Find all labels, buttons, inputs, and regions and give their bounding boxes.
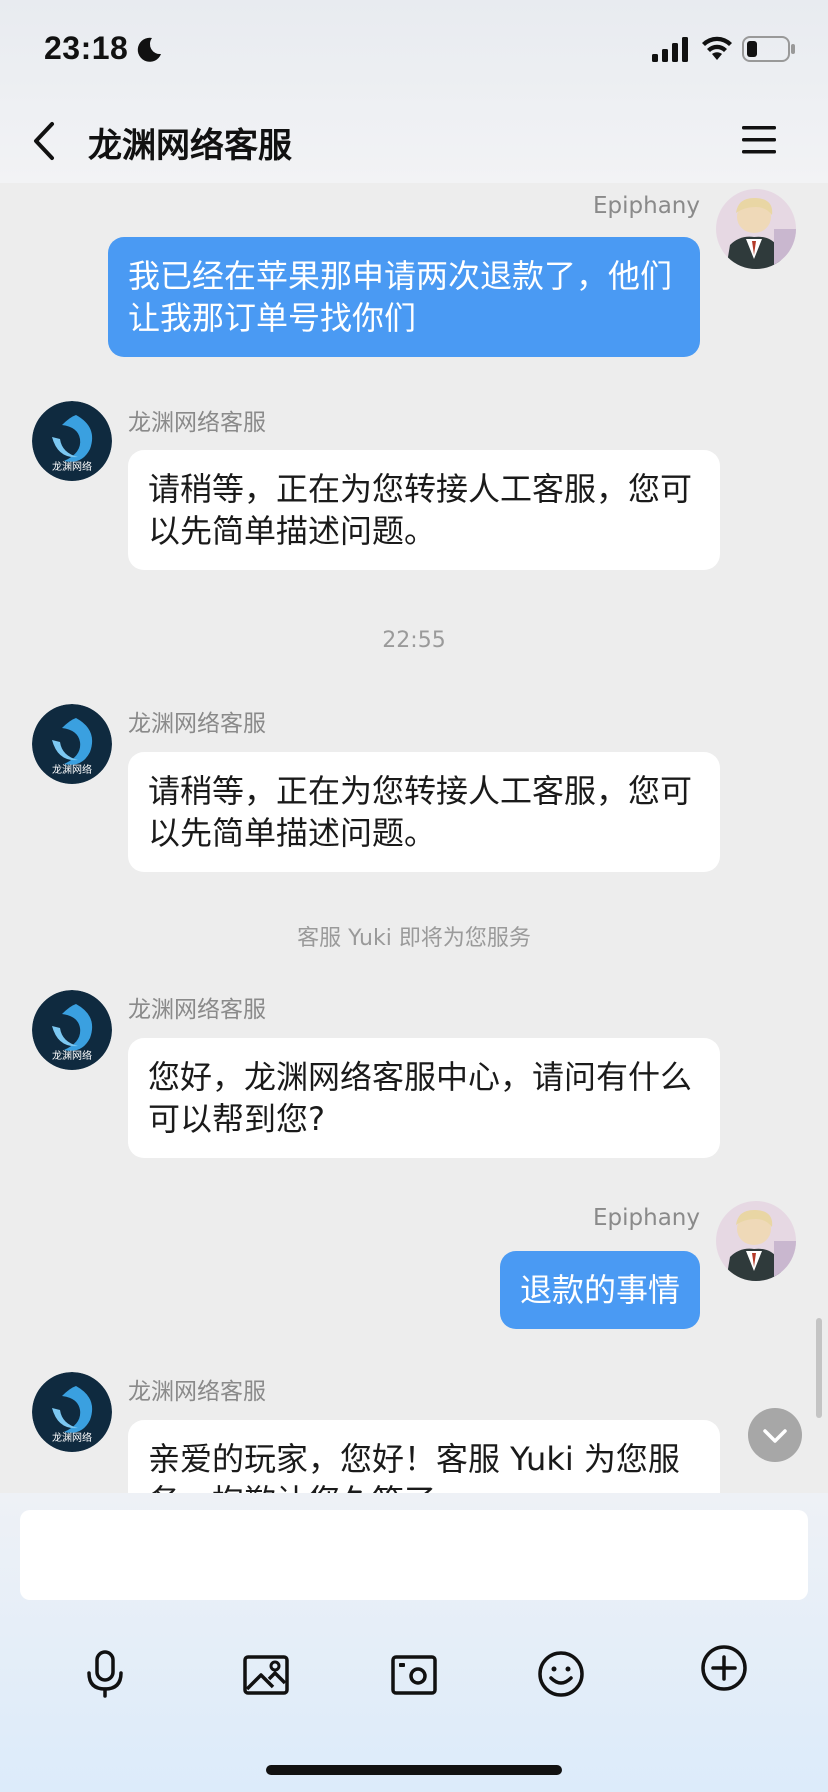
camera-icon[interactable] (389, 1649, 439, 1699)
avatar[interactable] (716, 1201, 796, 1281)
menu-icon[interactable] (740, 122, 778, 158)
home-indicator (266, 1765, 562, 1775)
battery-icon (742, 36, 795, 62)
image-icon[interactable] (241, 1649, 291, 1699)
status-bar: 23:18 (0, 0, 828, 100)
svg-text:龙渊网络: 龙渊网络 (52, 460, 92, 473)
page-title: 龙渊网络客服 (88, 126, 292, 166)
chat-screen: 23:18 龙渊网络客服 Epiphany 我已经在苹果那申请两次退款了，他们让… (0, 0, 828, 1792)
emoji-icon[interactable] (536, 1649, 586, 1699)
top-bar: 23:18 龙渊网络客服 (0, 0, 828, 183)
avatar[interactable]: 龙渊网络 (32, 990, 112, 1070)
sender-name: 龙渊网络客服 (128, 711, 266, 737)
scroll-to-bottom-button[interactable] (748, 1408, 802, 1462)
message-list[interactable]: Epiphany 我已经在苹果那申请两次退款了，他们让我那订单号找你们 龙渊网络 (0, 183, 828, 1493)
back-icon[interactable] (28, 118, 68, 164)
moon-icon (137, 37, 161, 62)
scrollbar-thumb[interactable] (816, 1318, 822, 1418)
chevron-down-icon (763, 1429, 787, 1443)
sender-name: 龙渊网络客服 (128, 1379, 266, 1405)
sender-name: 龙渊网络客服 (128, 997, 266, 1023)
status-time: 23:18 (44, 30, 129, 66)
signal-icon (652, 37, 688, 62)
message-bubble[interactable]: 请稍等，正在为您转接人工客服，您可以先简单描述问题。 (128, 752, 720, 872)
sender-name: 龙渊网络客服 (128, 410, 266, 436)
input-area (0, 1493, 828, 1792)
system-notice: 客服 Yuki 即将为您服务 (297, 926, 531, 951)
avatar[interactable] (716, 189, 796, 269)
timestamp-divider: 22:55 (382, 628, 446, 653)
svg-text:龙渊网络: 龙渊网络 (52, 1049, 92, 1062)
message-input[interactable] (20, 1510, 808, 1600)
plus-icon[interactable] (699, 1643, 749, 1693)
sender-name: Epiphany (593, 1205, 700, 1231)
wifi-icon (702, 36, 732, 60)
avatar[interactable]: 龙渊网络 (32, 1372, 112, 1452)
avatar[interactable]: 龙渊网络 (32, 704, 112, 784)
message-bubble[interactable]: 亲爱的玩家，您好！客服 Yuki 为您服务，抱歉让您久等了 (128, 1420, 720, 1493)
sender-name: Epiphany (593, 193, 700, 219)
message-bubble[interactable]: 我已经在苹果那申请两次退款了，他们让我那订单号找你们 (108, 237, 700, 357)
svg-text:龙渊网络: 龙渊网络 (52, 763, 92, 776)
message-bubble[interactable]: 您好，龙渊网络客服中心，请问有什么可以帮到您? (128, 1038, 720, 1158)
avatar[interactable]: 龙渊网络 (32, 401, 112, 481)
message-bubble[interactable]: 退款的事情 (499, 1251, 700, 1329)
nav-bar: 龙渊网络客服 (0, 100, 828, 183)
svg-text:龙渊网络: 龙渊网络 (52, 1431, 92, 1444)
message-bubble[interactable]: 请稍等，正在为您转接人工客服，您可以先简单描述问题。 (128, 450, 720, 570)
microphone-icon[interactable] (80, 1649, 130, 1699)
